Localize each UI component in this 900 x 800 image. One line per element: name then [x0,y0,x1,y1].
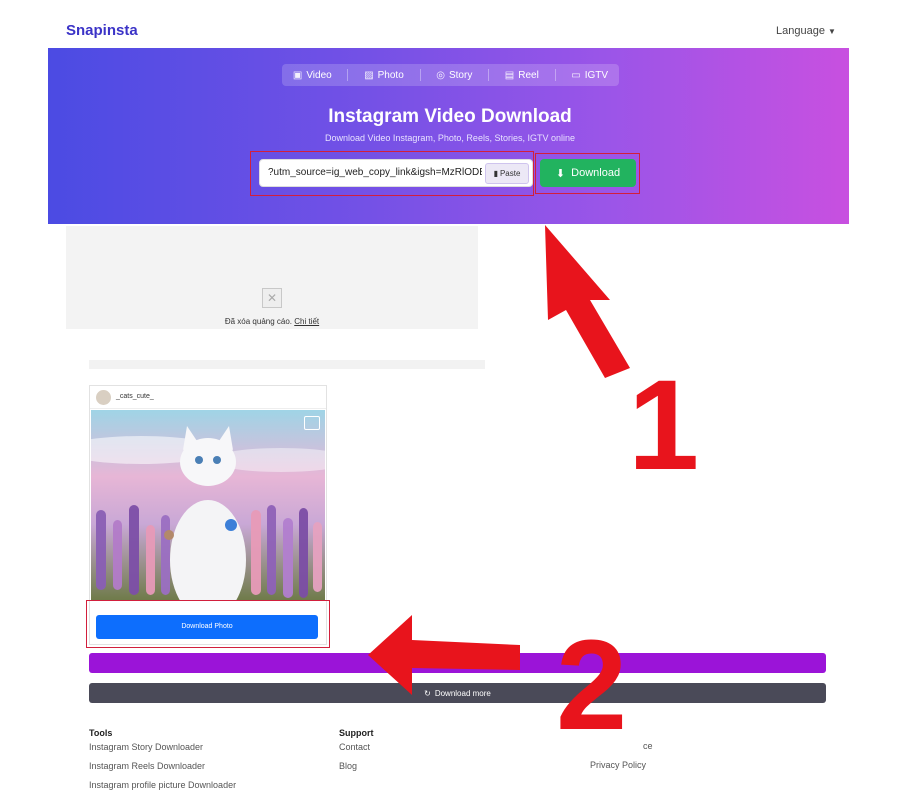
annotation-overlay [368,225,630,695]
arrow-left-icon [368,615,520,695]
arrow-up-icon [545,225,630,378]
step-number-1: 1 [628,354,700,497]
step-number-2: 2 [556,614,628,757]
